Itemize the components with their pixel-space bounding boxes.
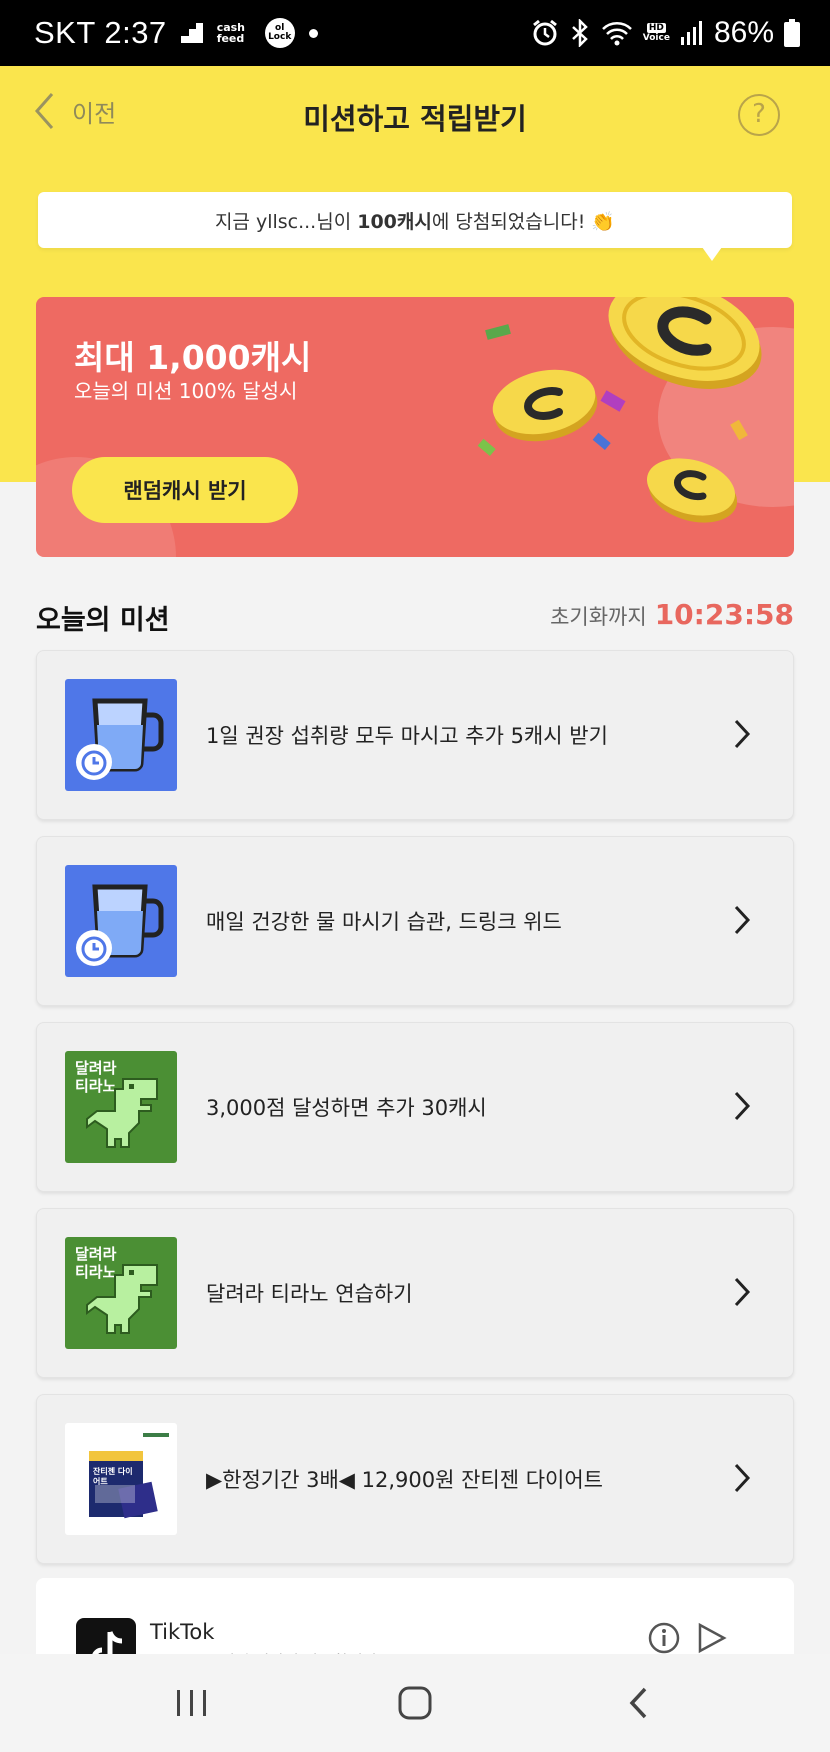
wifi-icon xyxy=(601,22,632,46)
system-back-button[interactable] xyxy=(593,1673,683,1733)
product-box-text: 잔티젠 다이어트 xyxy=(93,1467,133,1486)
water-cup-icon xyxy=(65,679,177,791)
system-nav-bar xyxy=(0,1654,830,1752)
bluetooth-icon xyxy=(571,19,588,47)
home-button[interactable] xyxy=(370,1673,460,1733)
status-carrier-time: SKT 2:37 xyxy=(34,15,167,50)
mission-item[interactable]: 달려라 티라노 달려라 티라노 연습하기 xyxy=(36,1208,794,1378)
cash-feed-icon: cash feed xyxy=(216,21,246,45)
question-circle-icon: ? xyxy=(752,99,766,129)
dino-game-icon: 달려라 티라노 xyxy=(65,1051,177,1163)
mission-item[interactable]: 달려라 티라노 3,000점 달성하면 추가 30캐시 xyxy=(36,1022,794,1192)
water-cup-icon xyxy=(65,865,177,977)
home-icon xyxy=(398,1686,432,1720)
battery-percent: 86% xyxy=(713,16,774,49)
ollock-icon: ol Lock xyxy=(264,18,295,48)
mission-label: ▶한정기간 3배◀ 12,900원 잔티젠 다이어트 xyxy=(206,1468,604,1492)
page-title: 미션하고 적립받기 xyxy=(303,102,527,136)
mission-label: 3,000점 달성하면 추가 30캐시 xyxy=(206,1096,487,1120)
section-title: 오늘의 미션 xyxy=(36,605,170,636)
mission-label: 매일 건강한 물 마시기 습관, 드링크 위드 xyxy=(206,910,562,934)
chevron-right-icon xyxy=(734,719,751,749)
ticker-tail xyxy=(702,247,722,261)
status-bar: SKT 2:37 cash feed ol Lock HD Voice 86% xyxy=(0,0,830,66)
recent-apps-button[interactable] xyxy=(147,1673,237,1733)
ad-app-name: TikTok xyxy=(150,1620,215,1644)
banner-subtitle: 오늘의 미션 100% 달성시 xyxy=(74,379,298,403)
banner-title: 최대 1,000캐시 xyxy=(74,338,312,377)
alarm-icon xyxy=(532,19,557,46)
battery-icon xyxy=(784,19,800,47)
product-box-icon: 잔티젠 다이어트 xyxy=(65,1423,177,1535)
signal-icon xyxy=(680,21,702,45)
mission-item[interactable]: 잔티젠 다이어트 ▶한정기간 3배◀ 12,900원 잔티젠 다이어트 xyxy=(36,1394,794,1564)
mission-label: 달려라 티라노 연습하기 xyxy=(206,1282,413,1306)
reset-time: 10:23:58 xyxy=(654,598,794,631)
hd-voice-icon: HD Voice xyxy=(642,23,670,43)
dino-game-icon: 달려라 티라노 xyxy=(65,1237,177,1349)
info-icon[interactable] xyxy=(648,1622,680,1654)
mission-label: 1일 권장 섭취량 모두 마시고 추가 5캐시 받기 xyxy=(206,724,608,748)
coin-icon xyxy=(492,369,598,442)
app-header: 이전 미션하고 적립받기 ? xyxy=(0,66,830,162)
ad-choices-icon[interactable] xyxy=(696,1622,728,1654)
chevron-right-icon xyxy=(734,1277,751,1307)
recent-apps-icon xyxy=(176,1690,206,1716)
promo-banner[interactable]: 최대 1,000캐시 오늘의 미션 100% 달성시 랜덤캐시 받기 xyxy=(36,297,794,557)
notification-dot-icon xyxy=(308,28,318,38)
coin-icon xyxy=(646,458,738,523)
random-cash-button[interactable]: 랜덤캐시 받기 xyxy=(72,457,298,523)
chevron-right-icon xyxy=(734,1463,751,1493)
reset-label: 초기화까지 xyxy=(550,605,647,629)
coin-icon xyxy=(608,297,762,389)
ticker-suffix: 에 당첨되었습니다! 👏 xyxy=(431,210,616,233)
reset-timer: 초기화까지 10:23:58 xyxy=(550,598,794,631)
back-arrow-icon xyxy=(629,1687,647,1719)
ticker-prefix: 지금 yllsc...님이 xyxy=(214,210,358,233)
chevron-right-icon xyxy=(734,1091,751,1121)
help-button[interactable]: ? xyxy=(738,94,780,136)
mission-item[interactable]: 1일 권장 섭취량 모두 마시고 추가 5캐시 받기 xyxy=(36,650,794,820)
winner-ticker: 지금 yllsc...님이 100캐시 에 당첨되었습니다! 👏 xyxy=(38,192,792,261)
chevron-right-icon xyxy=(734,905,751,935)
mission-item[interactable]: 매일 건강한 물 마시기 습관, 드링크 위드 xyxy=(36,836,794,1006)
stairs-icon xyxy=(180,23,203,43)
ticker-amount: 100캐시 xyxy=(357,210,432,233)
